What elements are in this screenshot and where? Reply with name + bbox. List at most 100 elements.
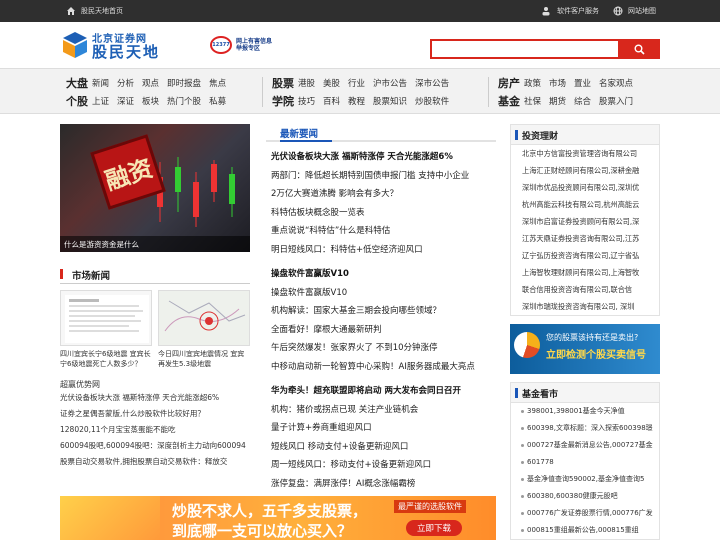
news-item[interactable]: 中移动启动新一轮智算中心采购！AI服务器成最大亮点 — [266, 358, 496, 377]
search-input[interactable] — [430, 39, 618, 59]
news-item[interactable]: 量子计算+券商重组迎风口 — [266, 419, 496, 438]
stock-signal-promo[interactable]: 您的股票该持有还是卖出? 立即检测个股买卖信号 — [510, 324, 660, 374]
market-news-item[interactable]: 四川宜宾长宁6级地震 宜宾长宁6级地震死亡人数多少？ — [60, 290, 152, 369]
news-item[interactable]: 短线风口 移动支付+设备更新迎风口 — [266, 438, 496, 457]
news-item[interactable]: 科特估板块概念股一览表 — [266, 204, 496, 223]
nav-link[interactable]: 上证 — [92, 95, 109, 107]
nav-link[interactable]: 焦点 — [209, 77, 226, 89]
home-link[interactable]: 股民天地首页 — [66, 6, 123, 16]
nav-category[interactable]: 学院 — [272, 93, 298, 109]
download-button[interactable]: 立即下载 — [406, 520, 462, 536]
list-item[interactable]: 000815重组最新公告,000815重组 — [511, 522, 659, 539]
nav-link[interactable]: 社保 — [524, 95, 541, 107]
bullet-icon — [521, 511, 524, 515]
news-item[interactable]: 2万亿大赛道沸腾 影响会有多大？ — [266, 185, 496, 204]
nav-divider — [488, 77, 489, 107]
nav-link[interactable]: 综合 — [574, 95, 591, 107]
nav-link[interactable]: 政策 — [524, 77, 541, 89]
nav-link[interactable]: 美股 — [323, 77, 340, 89]
globe-icon — [613, 6, 623, 16]
nav-link[interactable]: 新闻 — [92, 77, 109, 89]
search-button[interactable] — [618, 39, 660, 59]
nav-link[interactable]: 深市公告 — [415, 77, 449, 89]
news-item[interactable]: 涨停复盘：满屏涨停！AI概念涨幅霸榜 — [266, 475, 496, 494]
list-item[interactable]: 杭州高能云科技有限公司,杭州高能云 — [511, 196, 659, 213]
report-badge-line1: 网上有害信息 — [236, 38, 273, 45]
list-item[interactable]: 北京中方信富投资管理咨询有限公司 — [511, 145, 659, 162]
news-item[interactable]: 明日短线风口：科特估+低空经济迎风口 — [266, 241, 496, 260]
nav-category[interactable]: 个股 — [66, 93, 92, 109]
list-item[interactable]: 深圳市瑞珑投资咨询有限公司, 深圳 — [511, 298, 659, 315]
nav-link[interactable]: 股票入门 — [599, 95, 633, 107]
customer-service-link[interactable]: 软件客户服务 — [540, 6, 599, 16]
nav-link[interactable]: 教程 — [348, 95, 365, 107]
list-item[interactable]: 股票自动交易软件,拥抱股票自动交易软件：释放交 — [60, 454, 250, 470]
report-badge[interactable]: 12377 网上有害信息 举报专区 — [210, 36, 272, 54]
list-item[interactable]: 上海汇正财经顾问有限公司,深耕金融 — [511, 162, 659, 179]
headline-item[interactable]: 操盘软件富赢版V10 — [266, 265, 496, 284]
list-item[interactable]: 000776广发证券股票行情,000776广发 — [511, 505, 659, 522]
list-item[interactable]: 证券之星偶吾蒙版,什么炒股软件比较好用？ — [60, 406, 250, 422]
market-news-item[interactable]: 今日四川宜宾地震情况 宜宾再发生5.3级地震 — [158, 290, 250, 369]
list-item[interactable]: 光伏设备板块大涨 福斯特涨停 天合光能涨超6% — [60, 390, 250, 406]
nav-link[interactable]: 市场 — [549, 77, 566, 89]
sitemap-link[interactable]: 网站地图 — [613, 6, 656, 16]
nav-link[interactable]: 观点 — [142, 77, 159, 89]
market-news-title: 市场新闻 — [72, 271, 111, 282]
list-item[interactable]: 辽宁弘历投资咨询有限公司,辽宁省弘 — [511, 247, 659, 264]
thumb-caption: 四川宜宾长宁6级地震 宜宾长宁6级地震死亡人数多少？ — [60, 350, 151, 368]
site-logo[interactable]: 北京证券网 股民天地 — [62, 30, 160, 60]
nav-link[interactable]: 港股 — [298, 77, 315, 89]
headline-item[interactable]: 光伏设备板块大涨 福斯特涨停 天合光能涨超6% — [266, 148, 496, 167]
list-item[interactable]: 600398,文章标题：深入探索600398璟 — [511, 420, 659, 437]
nav-link[interactable]: 分析 — [117, 77, 134, 89]
news-item[interactable]: 午后突然爆发！张家界火了 不到10分钟涨停 — [266, 339, 496, 358]
nav-category[interactable]: 大盘 — [66, 75, 92, 91]
nav-link[interactable]: 名家观点 — [599, 77, 633, 89]
news-item[interactable]: 重点说说“科特估”什么是科特估 — [266, 222, 496, 241]
nav-category[interactable]: 股票 — [272, 75, 298, 91]
list-item-text: 基金净值查询590002,基金净值查询5 — [527, 475, 645, 483]
nav-link[interactable]: 百科 — [323, 95, 340, 107]
nav-link[interactable]: 沪市公告 — [373, 77, 407, 89]
list-item[interactable]: 000727基金最新消息公告,000727基金 — [511, 437, 659, 454]
list-item[interactable]: 601778 — [511, 454, 659, 471]
nav-link[interactable]: 深证 — [117, 95, 134, 107]
news-item[interactable]: 两部门：降低超长期特别国债申报门槛 支持中小企业 — [266, 167, 496, 186]
hero-caption[interactable]: 什么是游资资金是什么 — [60, 236, 250, 252]
nav-category[interactable]: 房产 — [498, 75, 524, 91]
nav-link[interactable]: 热门个股 — [167, 95, 201, 107]
software-ad-banner[interactable]: 炒股不求人，五千多支股票， 到底哪一支可以放心买入？ 最严谨的选股软件 立即下载 — [60, 496, 496, 540]
list-item[interactable]: 600094股吧,600094股吧：深度剖析主力动向600094 — [60, 438, 250, 454]
nav-link[interactable]: 技巧 — [298, 95, 315, 107]
nav-link[interactable]: 即时报盘 — [167, 77, 201, 89]
news-item[interactable]: 机构解读：国家大基金三期会投向哪些领域？ — [266, 302, 496, 321]
nav-link[interactable]: 置业 — [574, 77, 591, 89]
nav-category[interactable]: 基金 — [498, 93, 524, 109]
list-item-text: 000776广发证券股票行情,000776广发 — [527, 509, 653, 517]
nav-link[interactable]: 板块 — [142, 95, 159, 107]
list-item[interactable]: 600380,600380健康元股吧 — [511, 488, 659, 505]
list-item[interactable]: 128020,11个月宝宝蒸蛋能不能吃 — [60, 422, 250, 438]
bullet-icon — [521, 528, 524, 532]
news-item[interactable]: 操盘软件富赢版V10 — [266, 284, 496, 303]
fund-title: 基金看市 — [522, 390, 559, 400]
fund-header: 基金看市 — [511, 383, 659, 403]
list-item[interactable]: 398001,398001基金今天净值 — [511, 403, 659, 420]
news-item[interactable]: 机构：猪价或拐点已现 关注产业链机会 — [266, 401, 496, 420]
list-item[interactable]: 江苏天鼎证券投资咨询有限公司,江苏 — [511, 230, 659, 247]
hero-image[interactable]: 融资 什么是游资资金是什么 — [60, 124, 250, 252]
nav-link[interactable]: 私募 — [209, 95, 226, 107]
list-item[interactable]: 联合信用投资咨询有限公司,联合信 — [511, 281, 659, 298]
news-item[interactable]: 全面看好！摩根大通最新研判 — [266, 321, 496, 340]
list-item[interactable]: 深圳市启富证券投资顾问有限公司,深 — [511, 213, 659, 230]
headline-item[interactable]: 华为牵头！超充联盟即将启动 两大发布会同日召开 — [266, 382, 496, 401]
list-item[interactable]: 上海智牧理财顾问有限公司,上海智牧 — [511, 264, 659, 281]
nav-link[interactable]: 行业 — [348, 77, 365, 89]
news-item[interactable]: 周一短线风口：移动支付+设备更新迎风口 — [266, 456, 496, 475]
list-item[interactable]: 基金净值查询590002,基金净值查询5 — [511, 471, 659, 488]
nav-link[interactable]: 股票知识 — [373, 95, 407, 107]
nav-link[interactable]: 期货 — [549, 95, 566, 107]
list-item[interactable]: 深圳市优品投资顾问有限公司,深圳优 — [511, 179, 659, 196]
nav-link[interactable]: 炒股软件 — [415, 95, 449, 107]
